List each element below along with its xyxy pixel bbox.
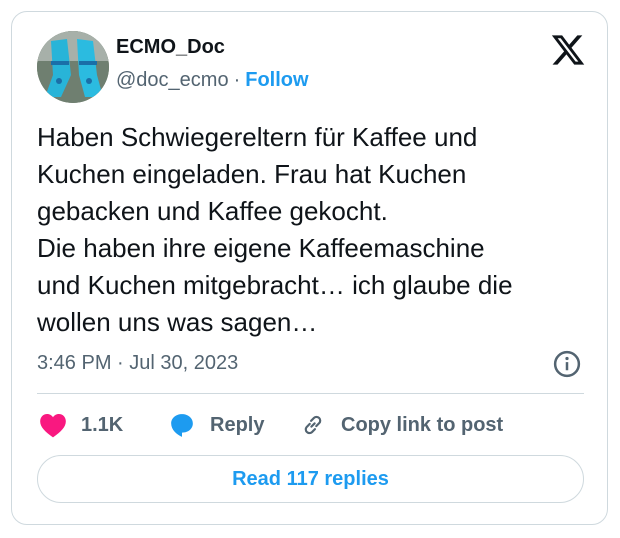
author-handle-row: @doc_ecmo · Follow <box>116 69 309 92</box>
tweet-card: ECMO_Doc @doc_ecmo · Follow Haben Schwiege… <box>11 11 608 525</box>
author-handle[interactable]: @doc_ecmo <box>116 69 229 91</box>
author-name[interactable]: ECMO_Doc <box>116 36 225 59</box>
x-logo-icon[interactable] <box>550 32 586 68</box>
link-icon <box>304 415 322 435</box>
like-button[interactable]: 1.1K <box>39 409 123 441</box>
avatar-image <box>37 31 109 103</box>
tweet-text: Haben Schwiegereltern für Kaffee und Kuc… <box>37 122 513 337</box>
like-count: 1.1K <box>81 413 124 436</box>
info-icon[interactable] <box>552 349 582 379</box>
read-replies-label: Read 117 replies <box>232 467 389 490</box>
copy-link-button[interactable]: Copy link to post <box>299 409 503 441</box>
follow-button[interactable]: Follow <box>245 69 308 91</box>
avatar[interactable] <box>37 31 109 103</box>
separator-dot: · <box>233 69 241 91</box>
reply-label: Reply <box>210 413 265 436</box>
reply-bubble-icon <box>171 414 193 437</box>
heart-icon <box>40 414 66 438</box>
divider <box>37 393 584 394</box>
reply-button[interactable]: Reply <box>168 409 264 441</box>
copy-link-label: Copy link to post <box>341 413 504 436</box>
read-replies-button[interactable]: Read 117 replies <box>37 455 584 503</box>
tweet-timestamp[interactable]: 3:46 PM · Jul 30, 2023 <box>37 352 238 375</box>
